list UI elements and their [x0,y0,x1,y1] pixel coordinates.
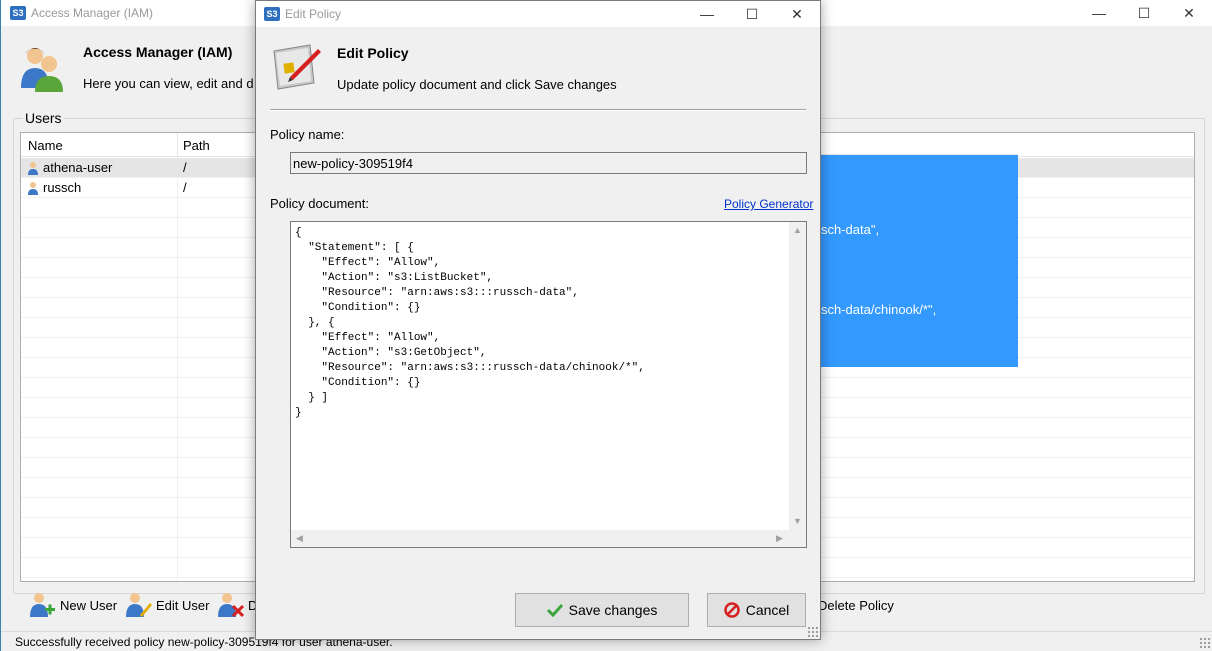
close-button[interactable]: ✕ [1166,0,1212,26]
policy-generator-link[interactable]: Policy Generator [724,197,813,211]
dialog-app-icon: S3 [264,7,280,21]
new-user-button[interactable]: New User [28,591,117,619]
scroll-left-icon[interactable]: ◀ [296,533,303,544]
dialog-close-button[interactable]: ✕ [774,1,820,27]
user-path: / [183,160,187,175]
horizontal-scrollbar[interactable]: ◀ ▶ [291,530,790,547]
resize-grip[interactable] [1199,637,1211,649]
scrollbar-corner [789,530,806,547]
edit-user-label: Edit User [156,597,210,613]
new-user-icon [30,593,55,617]
policy-preview-header [821,133,1018,155]
column-separator[interactable] [177,133,178,157]
new-user-label: New User [60,597,118,613]
dialog-resize-grip[interactable] [807,626,819,638]
delete-policy-label: Delete Policy [818,597,894,613]
save-changes-label: Save changes [568,602,658,618]
dialog-maximize-button[interactable]: ☐ [729,1,775,27]
policy-preview-line: sch-data", [821,222,880,237]
vertical-scrollbar[interactable]: ▲ ▼ [789,222,806,531]
edit-user-button[interactable]: Edit User [124,591,209,619]
dialog-heading: Edit Policy [337,45,409,61]
policy-name-field[interactable]: new-policy-309519f4 [290,152,807,174]
cancel-button[interactable]: Cancel [707,593,806,627]
user-icon [28,162,38,175]
scroll-up-icon[interactable]: ▲ [793,225,802,235]
dialog-titlebar[interactable]: S3 Edit Policy — ☐ ✕ [256,1,820,27]
policy-preview-selected[interactable]: sch-data", sch-data/chinook/*", [821,155,1018,367]
users-group-label: Users [23,110,64,126]
maximize-button[interactable]: ☐ [1121,0,1167,26]
users-icon [21,48,63,92]
cancel-icon [723,602,740,618]
cancel-label: Cancel [745,602,790,618]
policy-document-editor[interactable]: { "Statement": [ { "Effect": "Allow", "A… [290,221,807,548]
edit-policy-dialog: S3 Edit Policy — ☐ ✕ Edit Policy Update … [255,0,821,640]
user-name: russch [43,180,82,195]
policy-document-icon [273,44,321,90]
scroll-down-icon[interactable]: ▼ [793,516,802,526]
main-heading: Access Manager (IAM) [83,44,233,60]
dialog-minimize-button[interactable]: — [684,1,730,27]
scroll-right-icon[interactable]: ▶ [776,533,783,544]
user-name: athena-user [43,160,113,175]
column-header-name[interactable]: Name [28,138,63,153]
main-subtitle: Here you can view, edit and de [83,76,253,91]
dialog-subheading: Update policy document and click Save ch… [337,77,617,92]
policy-document-text[interactable]: { "Statement": [ { "Effect": "Allow", "A… [295,226,789,526]
column-header-path[interactable]: Path [183,138,210,153]
user-icon [28,182,38,195]
edit-user-icon [126,593,152,617]
dialog-title: Edit Policy [285,7,342,21]
main-window-title: Access Manager (IAM) [31,6,154,20]
user-path: / [183,180,187,195]
delete-user-icon [218,593,244,618]
save-changes-button[interactable]: Save changes [515,593,689,627]
policy-name-label: Policy name: [270,127,345,142]
policy-document-label: Policy document: [270,196,369,211]
delete-user-button[interactable]: D [216,591,257,619]
policy-preview-line: sch-data/chinook/*", [821,302,937,317]
minimize-button[interactable]: — [1076,0,1122,26]
dialog-separator [270,109,806,111]
delete-policy-button[interactable]: Delete Policy [818,591,894,619]
app-icon: S3 [10,6,26,20]
checkmark-icon [546,603,563,617]
